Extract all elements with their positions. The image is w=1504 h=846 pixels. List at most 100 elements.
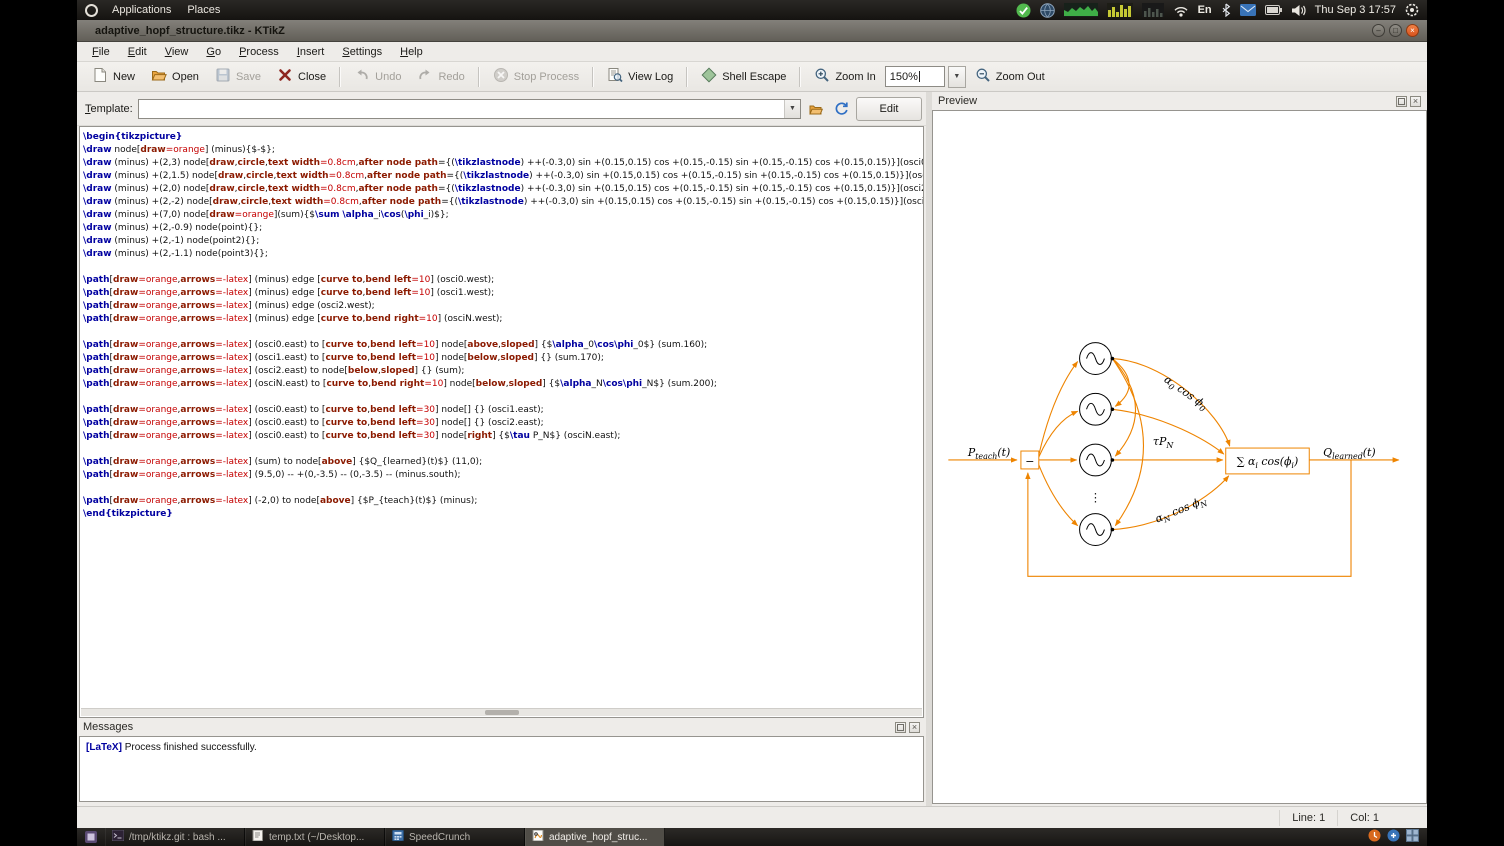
open-folder-icon xyxy=(151,67,167,86)
undo-button[interactable]: Undo xyxy=(347,64,408,89)
window-title: adaptive_hopf_structure.tikz - KTikZ xyxy=(77,25,1372,37)
bottom-taskbar: /tmp/ktikz.git : bash ... temp.txt (~/De… xyxy=(77,828,1427,846)
taskbar-item-speedcrunch[interactable]: SpeedCrunch xyxy=(385,828,525,846)
status-col: Col: 1 xyxy=(1337,810,1391,826)
messages-title: Messages xyxy=(83,721,133,733)
zoom-out-magnifier-icon xyxy=(975,67,991,86)
template-bar: Template: ▼ Edit xyxy=(77,92,926,126)
zoom-in-button[interactable]: Zoom In xyxy=(807,64,882,89)
menu-settings[interactable]: Settings xyxy=(333,44,391,60)
taskbar-item-texteditor[interactable]: temp.txt (~/Desktop... xyxy=(245,828,385,846)
menu-file[interactable]: File xyxy=(83,44,119,60)
menu-help[interactable]: Help xyxy=(391,44,432,60)
message-text: Process finished successfully. xyxy=(125,742,257,753)
status-line: Line: 1 xyxy=(1279,810,1337,826)
log-magnifier-icon xyxy=(607,67,623,86)
editor-horizontal-scrollbar[interactable] xyxy=(81,708,922,716)
toolbar-separator xyxy=(592,67,594,87)
zoom-level-input[interactable]: 150% xyxy=(885,66,945,87)
applications-menu[interactable]: Applications xyxy=(104,0,179,20)
update-clock-icon[interactable] xyxy=(1368,829,1381,845)
menu-edit[interactable]: Edit xyxy=(119,44,156,60)
ktikz-icon xyxy=(532,830,544,844)
view-log-button[interactable]: View Log xyxy=(600,64,680,89)
window-controls: – □ × xyxy=(1372,24,1419,37)
toolbar-separator xyxy=(686,67,688,87)
zoom-in-magnifier-icon xyxy=(814,67,830,86)
load-bars-icon[interactable] xyxy=(1107,3,1133,17)
cpu-graph-icon[interactable] xyxy=(1064,3,1098,17)
taskbar-right-icons xyxy=(1368,829,1427,845)
label-q-learned: Qlearned(t) xyxy=(1323,446,1376,461)
places-menu[interactable]: Places xyxy=(179,0,228,20)
preview-detach-icon[interactable] xyxy=(1396,96,1407,107)
template-combobox[interactable]: ▼ xyxy=(138,99,801,119)
distro-logo-icon[interactable] xyxy=(85,4,98,17)
taskbar-item-terminal[interactable]: /tmp/ktikz.git : bash ... xyxy=(105,828,245,846)
menu-process[interactable]: Process xyxy=(230,44,288,60)
menu-view[interactable]: View xyxy=(156,44,198,60)
wifi-icon[interactable] xyxy=(1173,4,1189,17)
check-circle-icon[interactable] xyxy=(1016,3,1031,18)
shell-escape-button[interactable]: Shell Escape xyxy=(694,64,793,89)
toolbar-separator xyxy=(478,67,480,87)
code-lines: \begin{tikzpicture}\draw node[draw=orang… xyxy=(80,127,923,521)
toolbar: New Open Save Close Undo Redo Stop Proce… xyxy=(77,62,1427,92)
template-reload-button[interactable] xyxy=(831,99,851,119)
desktop: Applications Places En Thu Sep 3 17:57 a… xyxy=(77,0,1427,846)
stop-process-button[interactable]: Stop Process xyxy=(486,64,586,89)
globe-icon[interactable] xyxy=(1040,3,1055,18)
taskbar-item-ktikz[interactable]: adaptive_hopf_struc... xyxy=(525,828,665,846)
tikz-preview-diagram: Pteach(t) Qlearned(t) τPN α0 cos ϕ0 αN c… xyxy=(933,111,1426,803)
undo-arrow-icon xyxy=(354,67,370,86)
maximize-button[interactable]: □ xyxy=(1389,24,1402,37)
messages-log[interactable]: [LaTeX] Process finished successfully. xyxy=(79,736,924,802)
terminal-icon xyxy=(112,830,124,844)
preview-close-icon[interactable]: × xyxy=(1410,96,1421,107)
save-button[interactable]: Save xyxy=(208,64,268,89)
open-button[interactable]: Open xyxy=(144,64,206,89)
messages-close-icon[interactable]: × xyxy=(909,722,920,733)
zoom-dropdown-arrow[interactable]: ▼ xyxy=(948,66,966,88)
close-button[interactable]: × xyxy=(1406,24,1419,37)
close-file-button[interactable]: Close xyxy=(270,64,333,89)
new-document-icon xyxy=(92,67,108,86)
menu-go[interactable]: Go xyxy=(197,44,230,60)
new-button[interactable]: New xyxy=(85,64,142,89)
code-editor[interactable]: \begin{tikzpicture}\draw node[draw=orang… xyxy=(79,126,924,718)
text-caret xyxy=(919,71,920,82)
software-icon[interactable] xyxy=(1387,829,1400,845)
preview-panel-header: Preview × xyxy=(932,92,1427,110)
text-editor-icon xyxy=(252,830,264,844)
redo-button[interactable]: Redo xyxy=(410,64,471,89)
template-label: Template: xyxy=(85,103,133,115)
scrollbar-handle[interactable] xyxy=(485,710,519,715)
bluetooth-icon[interactable] xyxy=(1221,3,1231,17)
preview-title: Preview xyxy=(938,95,977,107)
preview-canvas[interactable]: Pteach(t) Qlearned(t) τPN α0 cos ϕ0 αN c… xyxy=(932,110,1427,804)
net-monitor-icon[interactable] xyxy=(1142,3,1164,17)
menu-insert[interactable]: Insert xyxy=(288,44,334,60)
label-tau-pn: τPN xyxy=(1153,435,1174,450)
close-cross-icon xyxy=(277,67,293,86)
window-titlebar[interactable]: adaptive_hopf_structure.tikz - KTikZ – □… xyxy=(77,20,1427,42)
statusbar: Line: 1 Col: 1 xyxy=(77,806,1427,828)
messages-detach-icon[interactable] xyxy=(895,722,906,733)
volume-icon[interactable] xyxy=(1291,4,1306,17)
template-open-button[interactable] xyxy=(806,99,826,119)
minimize-button[interactable]: – xyxy=(1372,24,1385,37)
session-gear-icon[interactable] xyxy=(1405,3,1419,17)
zoom-out-button[interactable]: Zoom Out xyxy=(968,64,1052,89)
keyboard-layout-indicator[interactable]: En xyxy=(1198,4,1212,16)
taskbar-app-icon[interactable] xyxy=(85,831,97,843)
clock[interactable]: Thu Sep 3 17:57 xyxy=(1315,4,1396,16)
mail-icon[interactable] xyxy=(1240,4,1256,16)
preview-panel: Preview × xyxy=(932,92,1427,806)
battery-icon[interactable] xyxy=(1265,5,1282,15)
workspace-grid-icon[interactable] xyxy=(1406,829,1419,845)
template-edit-button[interactable]: Edit xyxy=(856,97,922,121)
junction-dots xyxy=(1111,357,1115,532)
combo-dropdown-arrow[interactable]: ▼ xyxy=(784,100,800,118)
panel-menus: Applications Places xyxy=(77,0,228,20)
editor-column: Template: ▼ Edit \begin{tikzpicture}\dra… xyxy=(77,92,926,806)
